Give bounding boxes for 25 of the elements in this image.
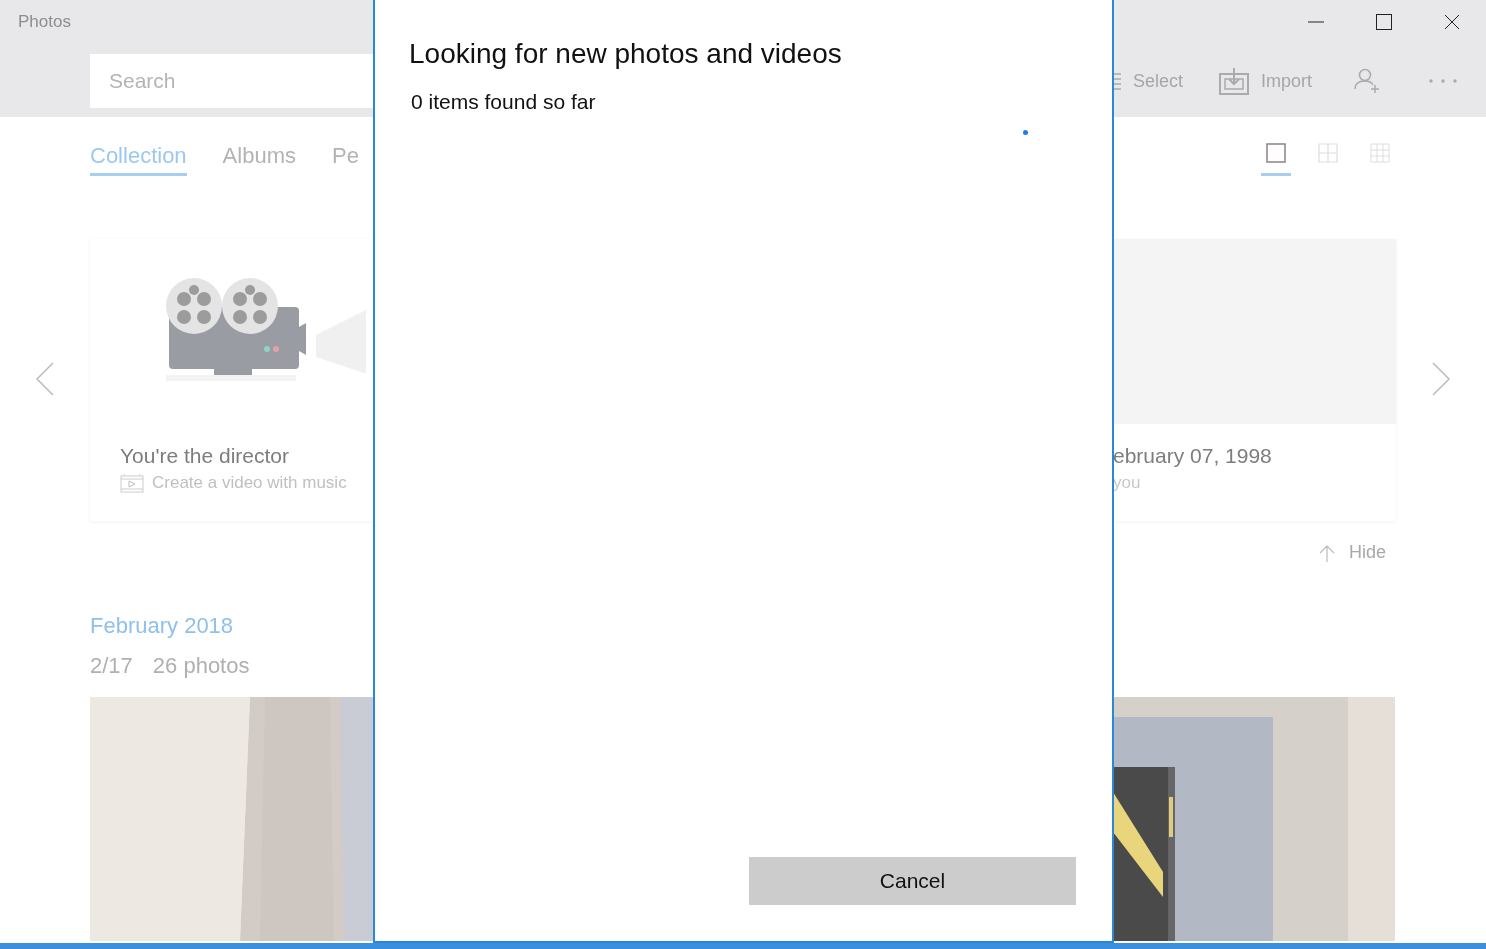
card-title: ebruary 07, 1998	[1113, 444, 1273, 468]
tab[interactable]: Albums	[222, 143, 296, 176]
minimize-icon	[1308, 21, 1324, 23]
add-person-icon	[1354, 68, 1380, 94]
cancel-button[interactable]: Cancel	[749, 857, 1076, 905]
progress-dot	[1023, 130, 1028, 135]
window-title: Photos	[18, 12, 71, 32]
date-label: 2/17	[90, 653, 133, 679]
up-arrow-icon	[1318, 543, 1335, 562]
import-icon	[1219, 67, 1249, 95]
search-field[interactable]: Search	[90, 54, 374, 108]
status-text: 0 items found so far	[411, 90, 597, 114]
photo-count: 26 photos	[152, 653, 250, 679]
card-title: You're the director	[120, 444, 290, 468]
card-subtitle: Create a video with music	[152, 473, 347, 493]
tab[interactable]: Collection	[90, 143, 187, 176]
tab[interactable]: Pe	[331, 143, 359, 176]
hide-button[interactable]: Hide	[1318, 542, 1386, 563]
large-grid-button[interactable]	[1261, 143, 1291, 176]
close-icon	[1444, 14, 1460, 30]
dialog-title: Looking for new photos and videos	[409, 38, 843, 70]
maximize-icon	[1376, 14, 1392, 30]
more-icon	[1428, 78, 1458, 84]
import-button[interactable]: Import	[1219, 61, 1312, 101]
video-clip-icon	[120, 473, 144, 493]
